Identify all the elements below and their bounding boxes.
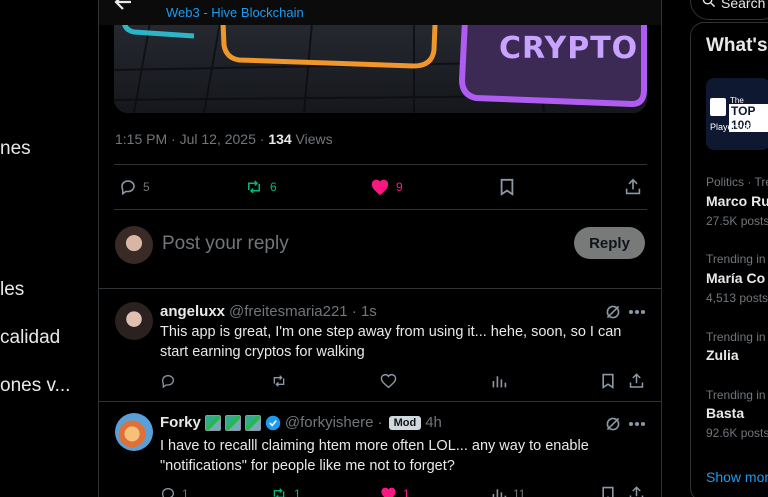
- profile-badge-icon: [244, 414, 261, 431]
- reply-submit-button[interactable]: Reply: [574, 227, 645, 259]
- repost-icon[interactable]: [270, 373, 288, 389]
- reply-author-name[interactable]: angeluxx: [160, 303, 225, 320]
- more-icon[interactable]: [629, 309, 645, 315]
- nav-item-options[interactable]: ones v...: [0, 375, 70, 397]
- header-subtitle: Web3 - Hive Blockchain: [166, 5, 304, 20]
- reply-count: 1: [182, 487, 189, 497]
- trend-count: 27.5K posts: [706, 214, 768, 228]
- views-label: Views: [291, 131, 333, 147]
- repost-count: 1: [294, 487, 301, 497]
- reply-text: I have to recalll claiming htem more oft…: [160, 438, 589, 474]
- post-timestamp-views: 1:15 PM · Jul 12, 2025 · 134 Views: [115, 131, 333, 147]
- left-navigation: nes les calidad ones v...: [0, 0, 98, 497]
- verified-badge-icon: [265, 415, 281, 430]
- reply-author-handle[interactable]: @freitesmaria221 · 1s: [229, 303, 377, 320]
- repost-icon: [273, 488, 285, 497]
- header-bar: Web3 - Hive Blockchain: [99, 0, 661, 25]
- reply-icon: [161, 487, 175, 497]
- reply-reply-button[interactable]: 1: [160, 486, 189, 497]
- nav-item-notifications[interactable]: nes: [0, 138, 31, 160]
- search-icon: [702, 0, 716, 8]
- reply-count: 5: [143, 180, 150, 194]
- reply-views-button[interactable]: 11: [491, 486, 525, 497]
- reply-like-button[interactable]: 1: [380, 486, 410, 497]
- reply-author-avatar[interactable]: [115, 413, 153, 451]
- bookmark-icon[interactable]: [601, 486, 615, 497]
- profile-badge-icon: [224, 414, 241, 431]
- share-icon[interactable]: [629, 486, 644, 497]
- views-icon: [492, 489, 507, 497]
- back-arrow-icon[interactable]: [113, 0, 133, 12]
- trend-name[interactable]: María Co: [706, 270, 765, 286]
- divider: [99, 401, 661, 402]
- trend-context: Trending in: [706, 330, 766, 344]
- profile-badge-icon: [204, 414, 221, 431]
- views-icon[interactable]: [491, 373, 507, 389]
- views-count: 11: [513, 487, 526, 497]
- user-avatar[interactable]: [115, 226, 153, 264]
- reply-input[interactable]: Post your reply: [162, 233, 289, 255]
- repost-count: 6: [270, 180, 277, 194]
- trend-context: Trending in: [706, 252, 766, 266]
- reply-header: Forky @forkyishere · Mod 4h: [160, 414, 442, 431]
- reply-repost-button[interactable]: 1: [270, 486, 301, 497]
- post-time[interactable]: 1:15 PM · Jul 12, 2025 ·: [115, 131, 268, 147]
- reply-header: angeluxx @freitesmaria221 · 1s: [160, 303, 377, 320]
- share-icon[interactable]: [625, 178, 641, 196]
- search-placeholder: Search: [721, 0, 766, 11]
- divider: [114, 164, 647, 165]
- post-like-button[interactable]: 9: [370, 178, 403, 196]
- thumb-text: Players of 20: [710, 122, 763, 132]
- heart-filled-icon: [371, 179, 389, 196]
- trend-context: Trending in: [706, 388, 766, 402]
- grok-icon[interactable]: [605, 304, 621, 320]
- post-reply-button[interactable]: 5: [119, 178, 150, 196]
- nav-item-profiles[interactable]: les: [0, 279, 24, 301]
- like-count: 9: [396, 180, 403, 194]
- reply-icon[interactable]: [160, 373, 176, 389]
- right-sidebar: Search What's The TOP 100 Players of 20 …: [690, 0, 768, 497]
- divider: [114, 209, 647, 210]
- main-column: STACK CRYPTO Web3 - Hive Blockchain 1:15…: [98, 0, 662, 497]
- more-icon[interactable]: [629, 421, 645, 427]
- heart-icon[interactable]: [380, 373, 397, 389]
- reply-author-name[interactable]: Forky: [160, 414, 201, 431]
- bookmark-icon[interactable]: [601, 373, 615, 389]
- like-count: 1: [403, 487, 410, 497]
- trend-name[interactable]: Basta: [706, 405, 744, 421]
- repost-icon: [248, 180, 260, 194]
- whats-happening-title: What's: [706, 35, 768, 56]
- views-count: 134: [268, 131, 292, 147]
- trend-thumbnail[interactable]: The TOP 100 Players of 20: [706, 78, 768, 150]
- nav-item-locality[interactable]: calidad: [0, 327, 60, 349]
- divider: [99, 288, 661, 289]
- trend-count: 4,513 posts: [706, 291, 768, 305]
- reply-author-avatar[interactable]: [115, 302, 153, 340]
- mod-badge: Mod: [388, 415, 422, 430]
- bookmark-icon[interactable]: [499, 178, 515, 196]
- reply-time[interactable]: 4h: [425, 414, 442, 431]
- reply-icon: [121, 180, 135, 196]
- trend-name[interactable]: Zulia: [706, 347, 739, 363]
- share-icon[interactable]: [629, 373, 644, 389]
- nfl-logo-icon: [710, 98, 726, 116]
- reply-author-handle[interactable]: @forkyishere ·: [285, 414, 383, 431]
- trend-name[interactable]: Marco Ru: [706, 193, 768, 209]
- heart-filled-icon: [381, 487, 396, 497]
- show-more-link[interactable]: Show more: [706, 469, 768, 485]
- trend-context: Politics · Tre: [706, 175, 768, 189]
- reply-text: This app is great, I'm one step away fro…: [160, 324, 622, 360]
- post-repost-button[interactable]: 6: [244, 178, 277, 196]
- trend-count: 92.6K posts: [706, 426, 768, 440]
- grok-icon[interactable]: [605, 416, 621, 432]
